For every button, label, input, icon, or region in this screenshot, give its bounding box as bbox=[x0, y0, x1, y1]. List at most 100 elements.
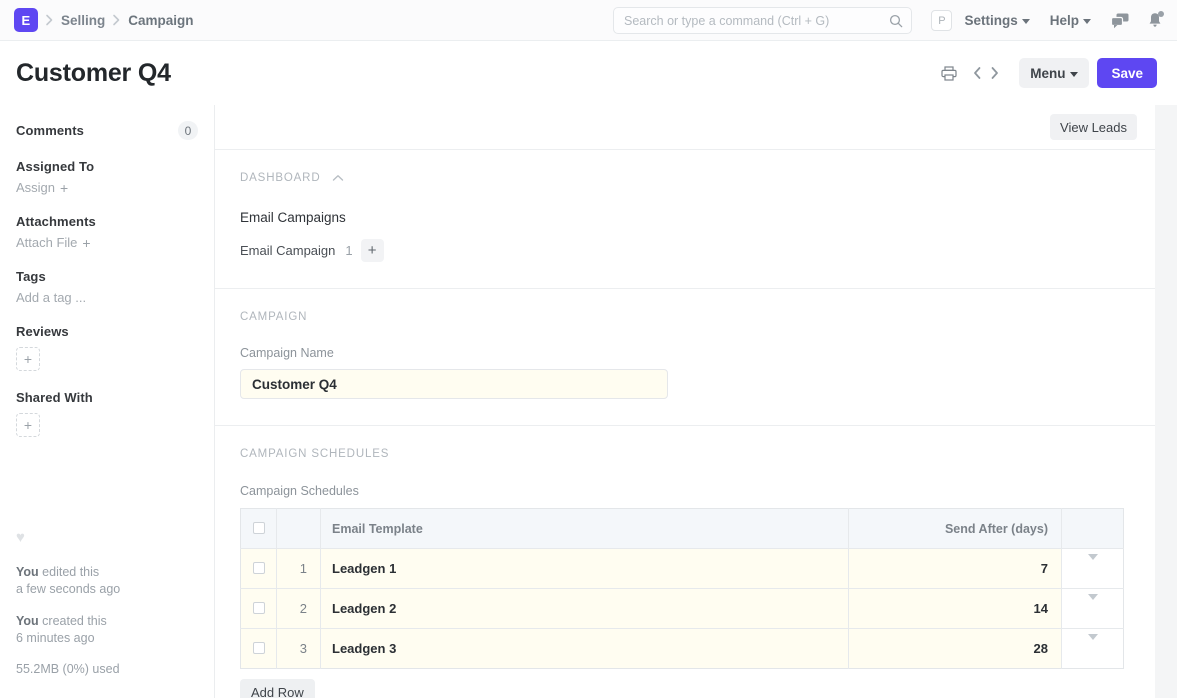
email-campaign-link[interactable]: Email Campaign bbox=[240, 243, 335, 258]
send-after-header[interactable]: Send After (days) bbox=[848, 508, 1062, 549]
row-index: 3 bbox=[276, 628, 321, 669]
shared-with-label: Shared With bbox=[16, 390, 93, 405]
notification-badge-dot bbox=[1158, 11, 1164, 17]
help-menu[interactable]: Help bbox=[1050, 13, 1091, 28]
breadcrumb-separator-icon bbox=[45, 14, 54, 26]
edited-timestamp: a few seconds ago bbox=[16, 582, 121, 596]
edited-actor: You bbox=[16, 565, 39, 579]
reviews-label: Reviews bbox=[16, 324, 69, 339]
row-send-after-cell[interactable]: 7 bbox=[848, 548, 1062, 589]
chevron-up-icon[interactable] bbox=[332, 174, 344, 182]
index-header-cell bbox=[276, 508, 321, 549]
chevron-down-icon-row[interactable] bbox=[1087, 593, 1098, 617]
table-body: 1 Leadgen 1 7 2 Leadgen 2 14 3 Leadgen 3… bbox=[240, 548, 1124, 669]
select-all-cell bbox=[240, 508, 277, 549]
chevron-down-icon-row[interactable] bbox=[1087, 633, 1098, 657]
row-template-cell[interactable]: Leadgen 3 bbox=[320, 628, 849, 669]
sidebar: Comments 0 Assigned To Assign + Attachme… bbox=[0, 105, 215, 698]
attachments-label: Attachments bbox=[16, 214, 96, 229]
document-card: View Leads DASHBOARD Email Campaigns Ema… bbox=[215, 105, 1155, 698]
send-after-header-label: Send After (days) bbox=[944, 521, 1048, 536]
row-send-after-cell[interactable]: 28 bbox=[848, 628, 1062, 669]
row-send-after-cell[interactable]: 14 bbox=[848, 588, 1062, 629]
assign-button[interactable]: Assign + bbox=[16, 180, 198, 195]
row-template-value: Leadgen 2 bbox=[332, 600, 397, 616]
comments-label: Comments bbox=[16, 123, 84, 138]
campaign-schedules-table: Email Template Send After (days) 1 Leadg… bbox=[240, 508, 1124, 669]
attach-file-button[interactable]: Attach File + bbox=[16, 235, 198, 250]
menu-button[interactable]: Menu bbox=[1019, 58, 1090, 88]
sidebar-section-attachments: Attachments Attach File + bbox=[16, 214, 198, 250]
edited-activity: You edited this a few seconds ago bbox=[16, 564, 200, 598]
created-activity: You created this 6 minutes ago bbox=[16, 613, 200, 647]
row-index: 2 bbox=[276, 588, 321, 629]
chevron-down-icon-row[interactable] bbox=[1087, 553, 1098, 577]
row-send-after-value: 14 bbox=[1033, 600, 1048, 616]
print-icon[interactable] bbox=[941, 65, 957, 81]
campaign-schedules-section: CAMPAIGN SCHEDULES Campaign Schedules Em… bbox=[215, 426, 1155, 698]
plus-icon-2: + bbox=[82, 234, 91, 251]
table-row[interactable]: 3 Leadgen 3 28 bbox=[240, 628, 1124, 669]
main-content: View Leads DASHBOARD Email Campaigns Ema… bbox=[215, 105, 1177, 698]
row-checkbox[interactable] bbox=[252, 642, 265, 655]
assign-label: Assign bbox=[16, 180, 56, 195]
created-actor: You bbox=[16, 614, 39, 628]
next-document-icon[interactable] bbox=[986, 66, 1003, 80]
row-template-cell[interactable]: Leadgen 2 bbox=[320, 588, 849, 629]
campaign-name-input[interactable] bbox=[240, 369, 668, 399]
add-review-button[interactable]: + bbox=[16, 347, 40, 371]
previous-document-icon[interactable] bbox=[969, 66, 986, 80]
breadcrumb-selling[interactable]: Selling bbox=[61, 13, 105, 28]
email-template-header[interactable]: Email Template bbox=[320, 508, 849, 549]
add-email-campaign-button[interactable]: + bbox=[360, 239, 384, 262]
row-expand-cell bbox=[1061, 548, 1124, 589]
campaign-section: CAMPAIGN Campaign Name bbox=[215, 289, 1155, 426]
row-checkbox[interactable] bbox=[252, 602, 265, 615]
breadcrumb-campaign[interactable]: Campaign bbox=[128, 13, 193, 28]
plus-icon: + bbox=[60, 179, 69, 196]
email-campaign-link-row: Email Campaign 1 + bbox=[240, 239, 1130, 262]
add-tag-input[interactable]: Add a tag ... bbox=[16, 290, 198, 305]
created-action: created this bbox=[38, 614, 107, 628]
page-title: Customer Q4 bbox=[16, 58, 171, 87]
table-row[interactable]: 1 Leadgen 1 7 bbox=[240, 548, 1124, 589]
search-input[interactable] bbox=[613, 7, 912, 34]
search-icon[interactable] bbox=[889, 14, 903, 28]
row-template-value: Leadgen 3 bbox=[332, 640, 397, 656]
sidebar-section-tags: Tags Add a tag ... bbox=[16, 269, 198, 305]
sidebar-section-assigned-to: Assigned To Assign + bbox=[16, 159, 198, 195]
row-checkbox[interactable] bbox=[252, 562, 265, 575]
dashboard-section-header[interactable]: DASHBOARD bbox=[240, 172, 1130, 184]
select-all-checkbox[interactable] bbox=[252, 522, 265, 535]
add-row-button[interactable]: Add Row bbox=[240, 679, 315, 698]
email-campaigns-heading: Email Campaigns bbox=[240, 210, 346, 225]
chevron-down-icon-2 bbox=[1083, 19, 1091, 24]
notifications-bell-icon[interactable] bbox=[1147, 11, 1164, 29]
storage-usage: 55.2MB (0%) used bbox=[16, 662, 120, 676]
chevron-down-icon-3 bbox=[1070, 71, 1079, 77]
settings-menu[interactable]: Settings bbox=[964, 13, 1030, 28]
assigned-to-label: Assigned To bbox=[16, 159, 95, 174]
page-header: Customer Q4 Menu Save bbox=[0, 41, 1177, 105]
avatar[interactable]: P bbox=[931, 10, 953, 31]
campaign-section-title: CAMPAIGN bbox=[240, 311, 308, 323]
dashboard-section-title: DASHBOARD bbox=[240, 172, 321, 184]
edited-action: edited this bbox=[38, 565, 100, 579]
view-leads-button[interactable]: View Leads bbox=[1050, 114, 1137, 140]
save-button[interactable]: Save bbox=[1097, 58, 1157, 88]
app-logo[interactable]: E bbox=[14, 8, 38, 32]
like-heart-icon[interactable]: ♥ bbox=[16, 529, 200, 546]
table-row[interactable]: 2 Leadgen 2 14 bbox=[240, 588, 1124, 629]
add-share-button[interactable]: + bbox=[16, 413, 40, 437]
row-expand-cell bbox=[1061, 588, 1124, 629]
dashboard-section: DASHBOARD Email Campaigns Email Campaign… bbox=[215, 150, 1155, 289]
email-campaign-count: 1 bbox=[345, 243, 353, 258]
page-header-actions: Menu Save bbox=[941, 41, 1157, 105]
chat-icon[interactable] bbox=[1111, 13, 1129, 29]
row-template-cell[interactable]: Leadgen 1 bbox=[320, 548, 849, 589]
row-select-cell bbox=[240, 628, 277, 669]
sidebar-section-comments: Comments 0 bbox=[16, 121, 198, 140]
row-select-cell bbox=[240, 588, 277, 629]
table-header-row: Email Template Send After (days) bbox=[240, 508, 1124, 549]
sidebar-section-reviews: Reviews + bbox=[16, 324, 198, 371]
